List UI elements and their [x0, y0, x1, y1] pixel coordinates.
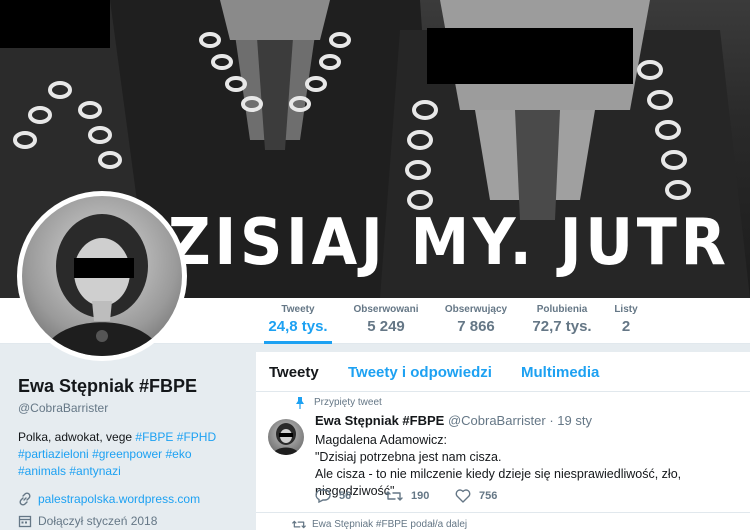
bio-hashtag[interactable]: #FBPE [135, 430, 173, 444]
tweet-actions: 56 190 756 [315, 489, 525, 503]
reply-button[interactable]: 56 [315, 489, 385, 503]
stat-label: Obserwujący [444, 304, 508, 315]
like-button[interactable]: 756 [455, 489, 525, 503]
bio-hashtag[interactable]: #partiazieloni [18, 447, 89, 461]
profile-bio: Polka, adwokat, vege #FBPE #FPHD #partia… [18, 429, 248, 480]
retweet-count: 190 [411, 490, 430, 502]
profile-joined: Dołączył styczeń 2018 [18, 514, 248, 528]
retweet-icon [385, 491, 403, 501]
calendar-icon [18, 515, 32, 528]
stat-label: Listy [614, 304, 638, 315]
pin-icon [296, 397, 304, 409]
avatar-photo [22, 196, 182, 356]
tweet-header: Ewa Stępniak #FBPE @CobraBarrister · 19 … [315, 413, 592, 428]
tweet-avatar-image [272, 423, 300, 455]
tweet-separator: · [549, 413, 554, 428]
bio-hashtag[interactable]: #greenpower [92, 447, 162, 461]
tweet-author[interactable]: Ewa Stępniak #FBPE [315, 413, 444, 428]
bio-hashtag[interactable]: #FPHD [177, 430, 216, 444]
bio-text: Polka, adwokat, vege [18, 430, 136, 444]
stat-value: 7 866 [457, 318, 495, 335]
tweet-line: "Dzisiaj potrzebna jest nam cisza. [315, 450, 502, 464]
stat-followers[interactable]: Obserwujący 7 866 [440, 304, 512, 335]
banner-caption: ZISIAJ MY. JUTR [168, 206, 730, 280]
heart-icon [455, 489, 471, 503]
stat-lists[interactable]: Listy 2 [610, 304, 642, 335]
tab-media[interactable]: Multimedia [521, 364, 599, 381]
tweet-handle[interactable]: @CobraBarrister [448, 413, 546, 428]
stat-value: 2 [621, 318, 631, 335]
stat-value: 72,7 tys. [532, 318, 592, 335]
bio-hashtag[interactable]: #eko [165, 447, 191, 461]
retweet-button[interactable]: 190 [385, 489, 455, 503]
profile-name[interactable]: Ewa Stępniak #FBPE [18, 376, 248, 397]
bio-hashtag[interactable]: #antynazi [69, 464, 120, 478]
tab-tweets[interactable]: Tweety [269, 364, 319, 381]
retweeted-label[interactable]: Ewa Stępniak #FBPE podał/a dalej [312, 519, 467, 530]
stat-following[interactable]: Obserwowani 5 249 [348, 304, 424, 335]
joined-date: Dołączył styczeń 2018 [38, 514, 158, 528]
stat-likes[interactable]: Polubienia 72,7 tys. [526, 304, 598, 335]
retweet-icon [292, 520, 306, 529]
pinned-label: Przypięty tweet [314, 397, 382, 408]
tweet-line: Magdalena Adamowicz: [315, 433, 448, 447]
tweet-date[interactable]: 19 sty [557, 413, 592, 428]
stat-value: 24,8 tys. [268, 318, 328, 335]
profile-card: Ewa Stępniak #FBPE @CobraBarrister Polka… [18, 370, 248, 528]
tab-tweets-and-replies[interactable]: Tweety i odpowiedzi [348, 364, 492, 381]
profile-handle[interactable]: @CobraBarrister [18, 401, 248, 415]
reply-icon [315, 489, 331, 503]
pinned-tweet[interactable]: Przypięty tweet Ewa Stępniak #FBPE @Cobr… [256, 393, 750, 513]
like-count: 756 [479, 490, 498, 502]
profile-website: palestrapolska.wordpress.com [18, 492, 248, 506]
stat-label: Tweety [281, 304, 315, 315]
reply-count: 56 [339, 490, 352, 502]
bio-hashtag[interactable]: #animals [18, 464, 66, 478]
stat-label: Obserwowani [353, 304, 419, 315]
stat-value: 5 249 [367, 318, 405, 335]
stat-tweets[interactable]: Tweety 24,8 tys. [264, 304, 332, 344]
website-link[interactable]: palestrapolska.wordpress.com [38, 492, 200, 506]
link-icon [19, 492, 31, 506]
timeline-tabs: Tweety Tweety i odpowiedzi Multimedia [256, 352, 750, 392]
timeline: Tweety Tweety i odpowiedzi Multimedia Pr… [256, 352, 750, 530]
avatar-redaction [74, 258, 134, 278]
stat-label: Polubienia [536, 304, 588, 315]
avatar[interactable] [17, 191, 187, 361]
avatar-image [42, 214, 162, 356]
tweet-avatar[interactable] [268, 419, 304, 455]
retweeted-label-row: Ewa Stępniak #FBPE podał/a dalej [292, 519, 467, 530]
